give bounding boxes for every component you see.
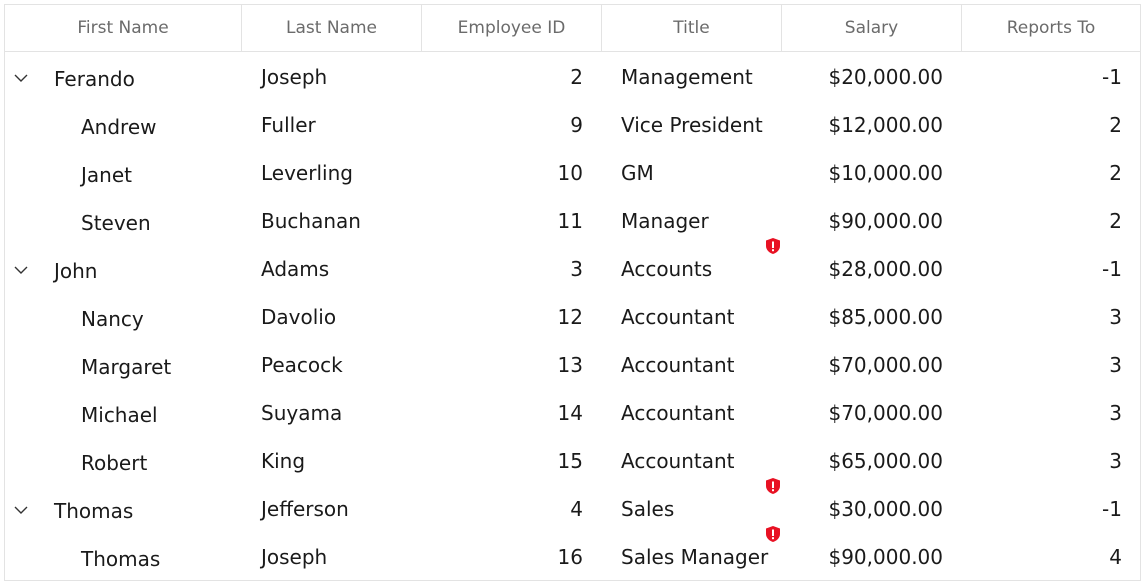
cell-last-name[interactable]: Peacock: [261, 341, 421, 389]
cell-salary[interactable]: $28,000.00: [782, 245, 943, 293]
cell-first-name[interactable]: Nancy: [81, 293, 239, 341]
cell-last-name[interactable]: Buchanan: [261, 197, 421, 245]
table-row[interactable]: Thomas Joseph 16 Sales Manager $90,000.00 4: [5, 526, 1140, 581]
table-row[interactable]: Steven Buchanan 11 Manager $90,000.00 2: [5, 197, 1140, 245]
cell-reports-to[interactable]: 3: [962, 437, 1122, 485]
table-row[interactable]: Margaret Peacock 13 Accountant $70,000.00 3: [5, 341, 1140, 389]
cell-reports-to[interactable]: -1: [962, 245, 1122, 293]
cell-title[interactable]: Manager: [621, 197, 781, 245]
header-last-name[interactable]: Last Name: [242, 5, 422, 51]
cell-first-name[interactable]: Thomas: [54, 485, 239, 533]
table-row[interactable]: Andrew Fuller 9 Vice President $12,000.00 2: [5, 101, 1140, 149]
cell-last-name[interactable]: Suyama: [261, 389, 421, 437]
cell-employee-id[interactable]: 16: [422, 533, 583, 581]
cell-reports-to[interactable]: 2: [962, 149, 1122, 197]
cell-title[interactable]: Sales: [621, 485, 781, 533]
cell-employee-id[interactable]: 10: [422, 149, 583, 197]
cell-salary[interactable]: $30,000.00: [782, 485, 943, 533]
cell-first-name[interactable]: Michael: [81, 389, 239, 437]
cell-first-name[interactable]: Steven: [81, 197, 239, 245]
chevron-down-icon[interactable]: [11, 68, 31, 88]
cell-reports-to[interactable]: 4: [962, 533, 1122, 581]
cell-employee-id[interactable]: 4: [422, 485, 583, 533]
cell-last-name[interactable]: Jefferson: [261, 485, 421, 533]
cell-salary[interactable]: $12,000.00: [782, 101, 943, 149]
cell-first-name[interactable]: Ferando: [54, 53, 239, 101]
cell-title[interactable]: Accountant: [621, 389, 781, 437]
table-row[interactable]: Ferando Joseph 2 Management $20,000.00 -1: [5, 53, 1140, 101]
header-reports-to[interactable]: Reports To: [962, 5, 1140, 51]
error-shield-icon: [765, 477, 781, 495]
table-row[interactable]: Thomas Jefferson 4 Sales $30,000.00 -1: [5, 478, 1140, 533]
cell-first-name[interactable]: Margaret: [81, 341, 239, 389]
cell-title[interactable]: Management: [621, 53, 781, 101]
cell-salary[interactable]: $70,000.00: [782, 341, 943, 389]
cell-title[interactable]: Accountant: [621, 341, 781, 389]
error-shield-icon: [765, 237, 781, 255]
table-row[interactable]: John Adams 3 Accounts $28,000.00 -1: [5, 238, 1140, 293]
header-salary[interactable]: Salary: [782, 5, 962, 51]
chevron-down-icon[interactable]: [11, 500, 31, 520]
cell-employee-id[interactable]: 12: [422, 293, 583, 341]
cell-title[interactable]: Accountant: [621, 293, 781, 341]
cell-last-name[interactable]: Adams: [261, 245, 421, 293]
cell-title[interactable]: Accounts: [621, 245, 781, 293]
cell-employee-id[interactable]: 15: [422, 437, 583, 485]
cell-employee-id[interactable]: 11: [422, 197, 583, 245]
table-row[interactable]: Robert King 15 Accountant $65,000.00 3: [5, 437, 1140, 485]
cell-reports-to[interactable]: 3: [962, 293, 1122, 341]
chevron-down-icon[interactable]: [11, 260, 31, 280]
header-employee-id[interactable]: Employee ID: [422, 5, 602, 51]
cell-first-name[interactable]: Thomas: [81, 533, 239, 581]
table-row[interactable]: Nancy Davolio 12 Accountant $85,000.00 3: [5, 293, 1140, 341]
cell-title[interactable]: Accountant: [621, 437, 781, 485]
cell-salary[interactable]: $90,000.00: [782, 197, 943, 245]
cell-last-name[interactable]: Fuller: [261, 101, 421, 149]
grid-body: Ferando Joseph 2 Management $20,000.00 -1 Andr…: [5, 53, 1140, 581]
cell-salary[interactable]: $65,000.00: [782, 437, 943, 485]
cell-reports-to[interactable]: 3: [962, 389, 1122, 437]
cell-employee-id[interactable]: 13: [422, 341, 583, 389]
cell-reports-to[interactable]: 2: [962, 101, 1122, 149]
cell-last-name[interactable]: Joseph: [261, 533, 421, 581]
header-first-name[interactable]: First Name: [5, 5, 242, 51]
cell-employee-id[interactable]: 3: [422, 245, 583, 293]
cell-title[interactable]: Vice President: [621, 101, 781, 149]
cell-employee-id[interactable]: 9: [422, 101, 583, 149]
table-row[interactable]: Janet Leverling 10 GM $10,000.00 2: [5, 149, 1140, 197]
cell-title[interactable]: GM: [621, 149, 781, 197]
cell-reports-to[interactable]: -1: [962, 485, 1122, 533]
cell-salary[interactable]: $70,000.00: [782, 389, 943, 437]
error-shield-icon: [765, 525, 781, 543]
tree-grid: First Name Last Name Employee ID Title S…: [4, 4, 1141, 581]
cell-reports-to[interactable]: 3: [962, 341, 1122, 389]
grid-header: First Name Last Name Employee ID Title S…: [5, 5, 1140, 52]
cell-last-name[interactable]: Leverling: [261, 149, 421, 197]
cell-first-name[interactable]: Andrew: [81, 101, 239, 149]
cell-reports-to[interactable]: -1: [962, 53, 1122, 101]
cell-first-name[interactable]: Janet: [81, 149, 239, 197]
cell-last-name[interactable]: King: [261, 437, 421, 485]
cell-first-name[interactable]: John: [54, 245, 239, 293]
cell-salary[interactable]: $90,000.00: [782, 533, 943, 581]
cell-first-name[interactable]: Robert: [81, 437, 239, 485]
cell-last-name[interactable]: Joseph: [261, 53, 421, 101]
cell-salary[interactable]: $20,000.00: [782, 53, 943, 101]
cell-employee-id[interactable]: 14: [422, 389, 583, 437]
cell-salary[interactable]: $10,000.00: [782, 149, 943, 197]
cell-reports-to[interactable]: 2: [962, 197, 1122, 245]
cell-salary[interactable]: $85,000.00: [782, 293, 943, 341]
header-title[interactable]: Title: [602, 5, 782, 51]
cell-employee-id[interactable]: 2: [422, 53, 583, 101]
cell-title[interactable]: Sales Manager: [621, 533, 781, 581]
table-row[interactable]: Michael Suyama 14 Accountant $70,000.00 3: [5, 389, 1140, 437]
cell-last-name[interactable]: Davolio: [261, 293, 421, 341]
